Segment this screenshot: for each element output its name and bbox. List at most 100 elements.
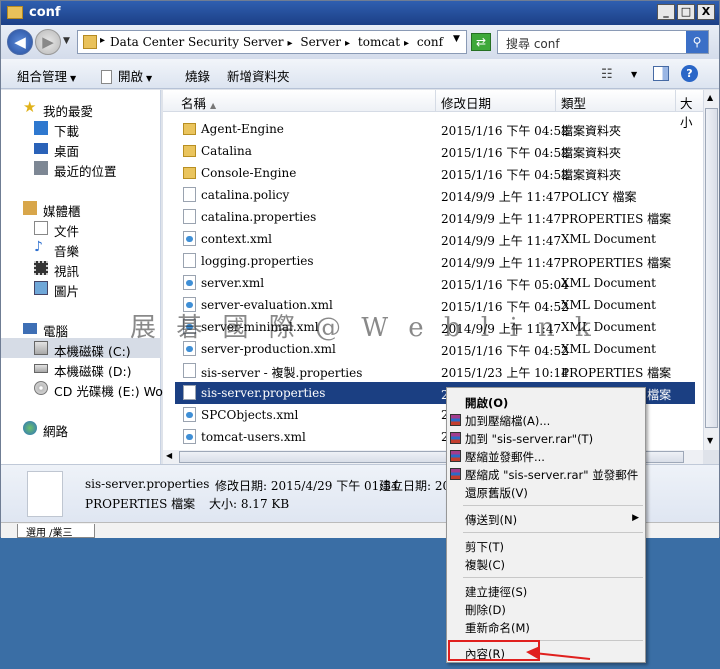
maximize-button[interactable]: □	[677, 4, 695, 20]
file-preview-icon	[27, 471, 63, 517]
nav-favorites[interactable]: ★ 我的最愛	[1, 98, 161, 119]
column-divider[interactable]	[675, 90, 676, 112]
column-divider[interactable]	[555, 90, 556, 112]
file-type: XML Document	[561, 232, 656, 246]
organize-button[interactable]: 組合管理 ▼	[17, 66, 76, 85]
menu-delete[interactable]: 刪除(D)	[447, 600, 645, 618]
menu-separator	[463, 505, 643, 506]
preview-pane-icon[interactable]	[653, 66, 669, 81]
tab-item[interactable]: 選用 /業三	[17, 524, 95, 539]
file-date: 2015/1/16 下午 04:52	[441, 124, 569, 138]
breadcrumb-tomcat[interactable]: tomcat	[358, 35, 400, 49]
file-row[interactable]: Agent-Engine 2015/1/16 下午 04:52 檔案資料夾	[175, 118, 695, 140]
nav-recent[interactable]: 最近的位置	[1, 158, 161, 179]
file-row[interactable]: catalina.properties 2014/9/9 上午 11:47 PROP…	[175, 206, 695, 228]
file-icon	[183, 363, 196, 378]
file-date: 2015/1/16 下午 04:52	[441, 344, 569, 358]
download-icon	[34, 121, 48, 135]
chevron-right-icon[interactable]: ▸	[288, 38, 293, 49]
file-row[interactable]: logging.properties 2014/9/9 上午 11:47 PROPE…	[175, 250, 695, 272]
file-name: sis-server - 複製.properties	[201, 366, 363, 380]
column-name[interactable]: 名稱 ▲	[181, 93, 216, 112]
column-divider[interactable]	[435, 90, 436, 112]
column-date[interactable]: 修改日期	[441, 93, 491, 112]
file-name: Agent-Engine	[201, 122, 284, 136]
details-modified: 修改日期: 2015/4/29 下午 01:54	[215, 479, 399, 493]
file-icon	[183, 253, 196, 268]
winrar-icon	[450, 468, 461, 480]
file-type: 檔案資料夾	[561, 168, 622, 182]
history-dropdown-icon[interactable]: ▼	[63, 36, 70, 46]
scroll-thumb[interactable]	[705, 108, 718, 428]
menu-label: 加到壓縮檔(A)...	[465, 414, 551, 428]
column-type[interactable]: 類型	[561, 93, 586, 112]
file-row[interactable]: Catalina 2015/1/16 下午 04:52 檔案資料夾	[175, 140, 695, 162]
view-dropdown-icon[interactable]: ▼	[631, 70, 637, 79]
file-row[interactable]: server.xml 2015/1/16 下午 05:04 XML Document	[175, 272, 695, 294]
navigation-pane: ★ 我的最愛 下載 桌面 最近的位置 媒體櫃 文件 ♪ 音樂 視訊 圖片 電腦 …	[1, 90, 180, 464]
view-options-icon[interactable]: ☷	[601, 67, 613, 82]
menu-copy[interactable]: 複製(C)	[447, 555, 645, 573]
open-button[interactable]: 開啟 ▼	[101, 66, 152, 85]
vertical-scrollbar[interactable]: ▲ ▼	[703, 90, 719, 450]
menu-add-archive[interactable]: 加到壓縮檔(A)...	[447, 411, 645, 429]
breadcrumb-conf[interactable]: conf	[417, 35, 443, 49]
scroll-down-icon[interactable]: ▼	[707, 436, 713, 445]
scroll-left-icon[interactable]: ◀	[166, 451, 172, 460]
scroll-up-icon[interactable]: ▲	[707, 93, 713, 102]
chevron-right-icon[interactable]: ▸	[100, 35, 105, 46]
chevron-right-icon[interactable]: ▸	[345, 38, 350, 49]
breadcrumb-server[interactable]: Server	[300, 35, 341, 49]
menu-compress-email[interactable]: 壓縮並發郵件...	[447, 447, 645, 465]
nav-drive-d[interactable]: 本機磁碟 (D:)	[1, 358, 161, 379]
folder-icon	[183, 123, 196, 135]
nav-libraries[interactable]: 媒體櫃	[1, 198, 161, 219]
minimize-button[interactable]: _	[657, 4, 675, 20]
nav-pictures[interactable]: 圖片	[1, 278, 161, 299]
nav-network[interactable]: 網路	[1, 418, 161, 439]
menu-create-shortcut[interactable]: 建立捷徑(S)	[447, 582, 645, 600]
caret-down-icon: ▼	[146, 74, 153, 83]
file-row[interactable]: catalina.policy 2014/9/9 上午 11:47 POLICY 檔…	[175, 184, 695, 206]
menu-rename[interactable]: 重新命名(M)	[447, 618, 645, 636]
forward-button[interactable]: ▶	[35, 29, 61, 55]
xml-file-icon	[183, 429, 196, 444]
nav-downloads[interactable]: 下載	[1, 118, 161, 139]
nav-videos[interactable]: 視訊	[1, 258, 161, 279]
menu-send-to[interactable]: 傳送到(N) ▶	[447, 510, 645, 528]
menu-label: 加到 "sis-server.rar"(T)	[465, 432, 594, 446]
new-folder-button[interactable]: 新增資料夾	[227, 66, 290, 85]
winrar-icon	[450, 414, 461, 426]
burn-button[interactable]: 燒錄	[185, 66, 210, 85]
menu-add-rar[interactable]: 加到 "sis-server.rar"(T)	[447, 429, 645, 447]
chevron-right-icon[interactable]: ▸	[404, 38, 409, 49]
file-row[interactable]: sis-server - 複製.properties 2015/1/23 上午 1…	[175, 360, 695, 382]
document-icon	[34, 221, 48, 235]
menu-compress-rar-email[interactable]: 壓縮成 "sis-server.rar" 並發郵件	[447, 465, 645, 483]
file-row[interactable]: context.xml 2014/9/9 上午 11:47 XML Document	[175, 228, 695, 250]
back-button[interactable]: ◀	[7, 29, 33, 55]
drive-icon	[34, 341, 48, 355]
address-box[interactable]: ▸ Data Center Security Server ▸ Server ▸ t…	[77, 30, 467, 54]
details-created: 建立日期: 20	[379, 479, 451, 493]
nav-music[interactable]: ♪ 音樂	[1, 238, 161, 259]
window-title: conf	[29, 5, 61, 20]
file-date: 2015/1/16 下午 04:52	[441, 168, 569, 182]
refresh-button[interactable]: ⇄	[471, 33, 491, 51]
network-icon	[23, 421, 37, 435]
menu-cut[interactable]: 剪下(T)	[447, 537, 645, 555]
file-row[interactable]: Console-Engine 2015/1/16 下午 04:52 檔案資料夾	[175, 162, 695, 184]
menu-open[interactable]: 開啟(O)	[447, 393, 645, 411]
help-icon[interactable]: ?	[681, 65, 698, 82]
breadcrumb-data-center[interactable]: Data Center Security Server	[110, 35, 284, 49]
nav-desktop[interactable]: 桌面	[1, 138, 161, 159]
nav-documents[interactable]: 文件	[1, 218, 161, 239]
nav-label: 最近的位置	[54, 164, 117, 179]
close-button[interactable]: X	[697, 4, 715, 20]
nav-drive-e[interactable]: CD 光碟機 (E:) Worm	[1, 378, 180, 399]
menu-restore-previous[interactable]: 還原舊版(V)	[447, 483, 645, 501]
file-name: Catalina	[201, 144, 252, 158]
search-input[interactable]: 搜尋 conf ⚲	[497, 30, 709, 54]
search-icon[interactable]: ⚲	[686, 31, 708, 53]
address-dropdown-icon[interactable]: ▼	[453, 34, 460, 44]
